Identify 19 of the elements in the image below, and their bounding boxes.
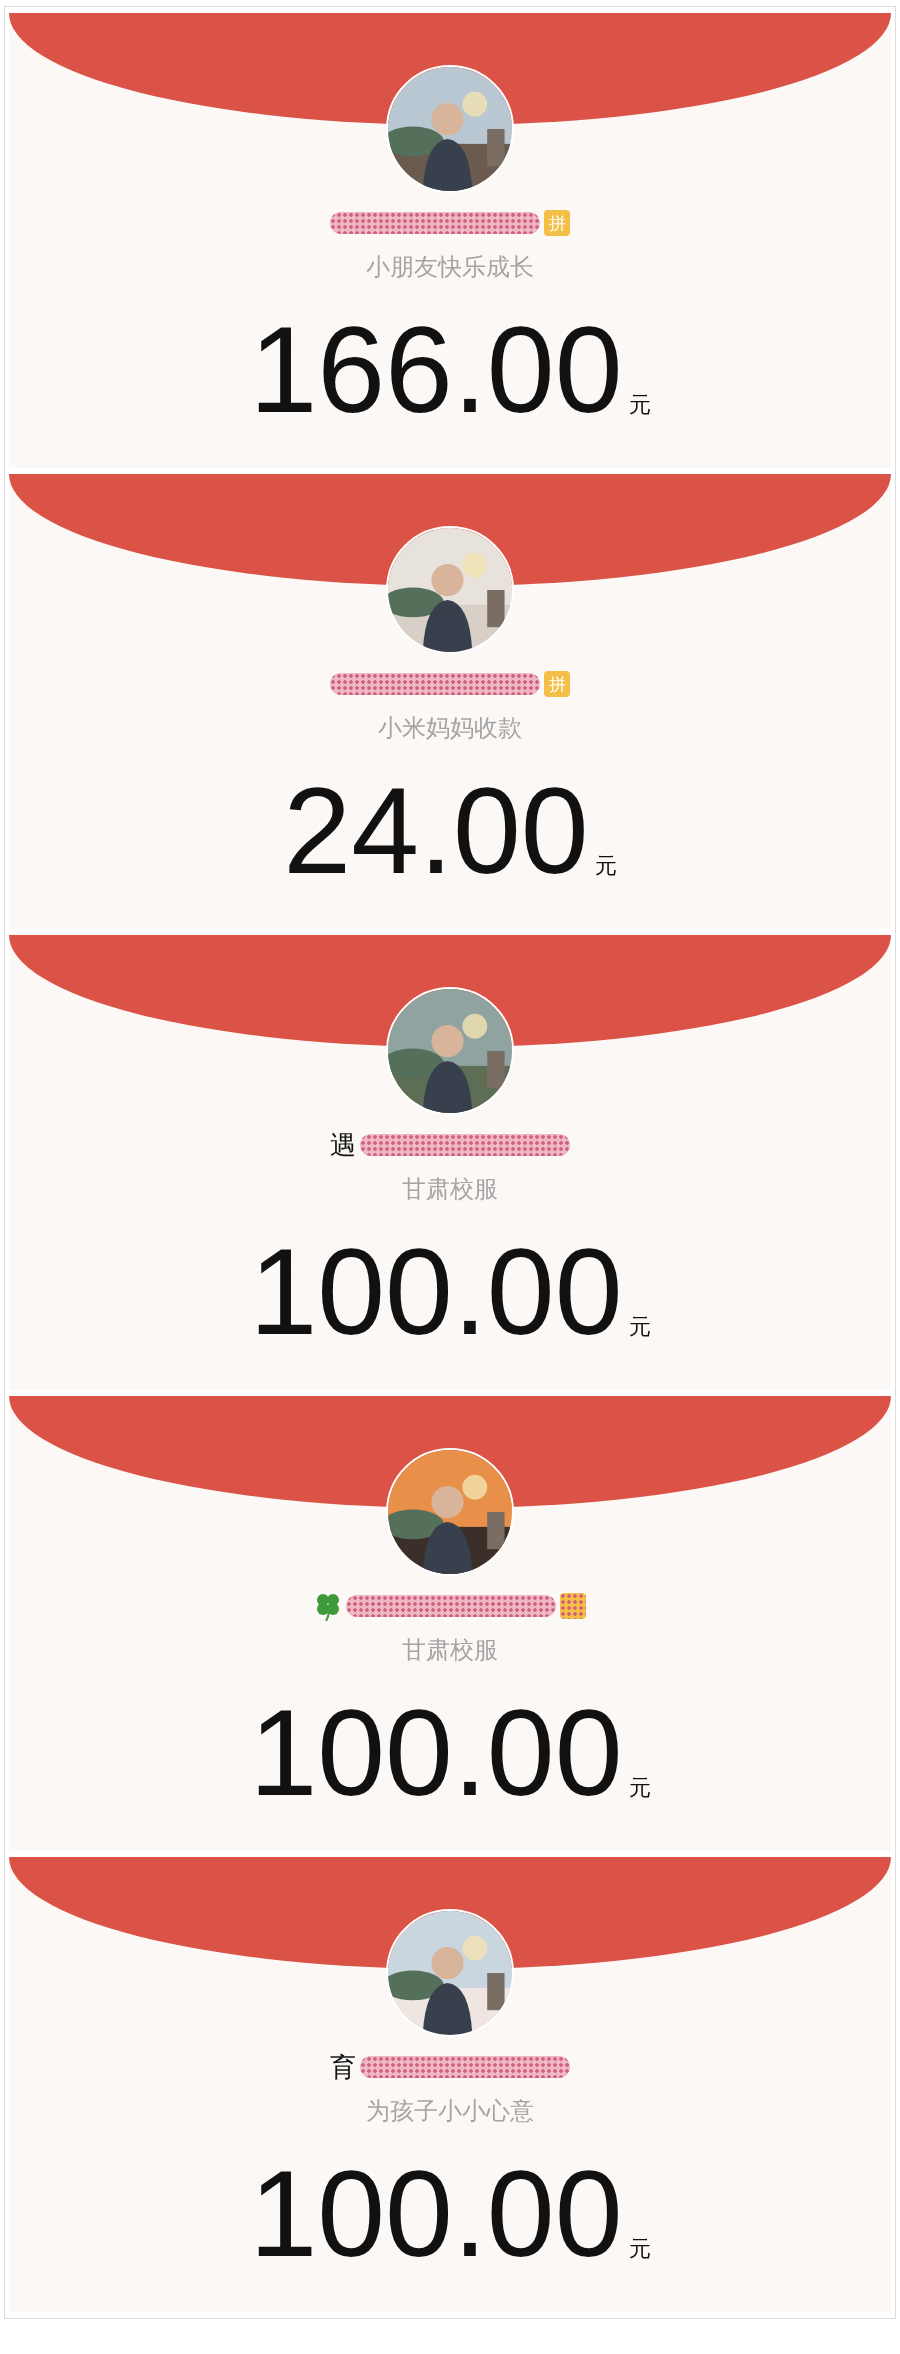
amount-text: 100.00 <box>249 1686 623 1821</box>
amount-text: 100.00 <box>249 1225 623 1360</box>
greeting-text: 小朋友快乐成长 <box>366 252 534 283</box>
currency-unit: 元 <box>628 2235 651 2263</box>
currency-unit: 元 <box>594 852 617 880</box>
greeting-text: 为孩子小小心意 <box>366 2096 534 2127</box>
greeting-text: 小米妈妈收款 <box>378 713 522 744</box>
currency-unit: 元 <box>628 1774 651 1802</box>
currency-unit: 元 <box>628 1313 651 1341</box>
amount-text: 24.00 <box>283 764 589 899</box>
amount-text: 100.00 <box>249 2147 623 2282</box>
greeting-text: 甘肃校服 <box>402 1635 498 1666</box>
amount-text: 166.00 <box>249 303 623 438</box>
greeting-text: 甘肃校服 <box>402 1174 498 1205</box>
sender-name: 遇 <box>330 1128 356 1162</box>
sender-name: 育 <box>330 2050 356 2084</box>
group-badge: 拼 <box>544 210 570 236</box>
group-badge: 拼 <box>544 671 570 697</box>
currency-unit: 元 <box>628 391 651 419</box>
